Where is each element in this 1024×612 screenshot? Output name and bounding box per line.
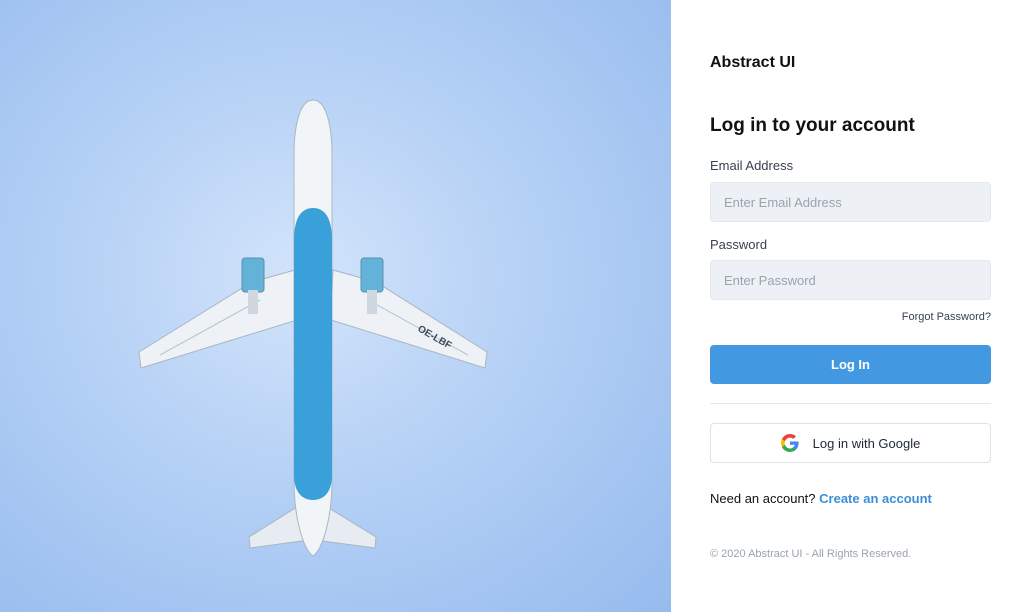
airplane-icon: OE-LBF	[138, 99, 488, 557]
password-field[interactable]	[710, 260, 991, 300]
forgot-password-link[interactable]: Forgot Password?	[902, 311, 991, 323]
login-panel: Abstract UI Log in to your account Email…	[671, 0, 1024, 612]
password-label: Password	[710, 237, 768, 252]
login-page: OE-LBF Abstract UI Log in to your accoun…	[0, 0, 1024, 612]
divider	[710, 403, 991, 404]
hero-image: OE-LBF	[0, 0, 671, 612]
email-label: Email Address	[710, 158, 794, 173]
signup-prompt: Need an account? Create an account	[710, 491, 932, 506]
copyright-footer: © 2020 Abstract UI - All Rights Reserved…	[710, 548, 912, 560]
signup-text: Need an account?	[710, 491, 820, 506]
email-field[interactable]	[710, 182, 991, 222]
google-login-button[interactable]: Log in with Google	[710, 423, 991, 463]
create-account-link[interactable]: Create an account	[819, 491, 932, 506]
login-button[interactable]: Log In	[710, 345, 991, 384]
page-title: Log in to your account	[710, 115, 915, 136]
google-icon	[780, 434, 799, 452]
google-button-label: Log in with Google	[812, 435, 921, 451]
brand-name: Abstract UI	[710, 54, 796, 71]
